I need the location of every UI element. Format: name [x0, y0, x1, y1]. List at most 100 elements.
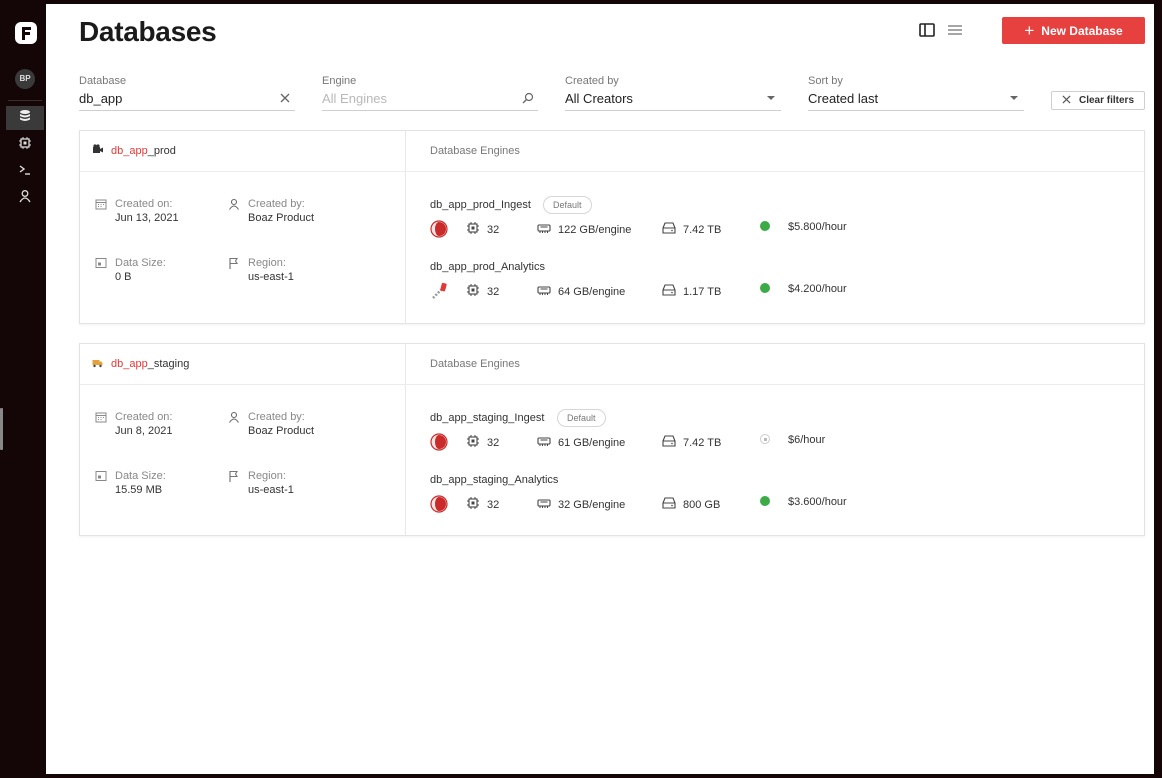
data-size-label: Data Size: [115, 257, 166, 269]
storage-icon [662, 283, 676, 300]
memory-value: 61 GB/engine [558, 436, 626, 449]
memory: 122 GB/engine [537, 221, 631, 238]
chevron-down-icon[interactable] [765, 92, 777, 104]
default-badge: Default [543, 196, 592, 214]
status [760, 496, 770, 506]
status-stopped-icon [760, 434, 770, 444]
engine-filter-label: Engine [322, 75, 357, 87]
calendar-icon [95, 198, 107, 210]
memory-icon [537, 434, 551, 451]
price-value: $5.800/hour [788, 221, 847, 233]
data-size-icon [95, 470, 107, 482]
database-card[interactable]: db_app_prod Database Engines Created on:… [79, 130, 1145, 324]
cores: 32 [466, 496, 499, 513]
status-running-icon [760, 221, 770, 231]
region-label: Region: [248, 257, 286, 269]
sidebar-item-databases[interactable] [6, 106, 44, 130]
created-by-value: Boaz Product [248, 425, 315, 437]
created-by-label: Created by: [248, 198, 305, 210]
memory-value: 122 GB/engine [558, 223, 632, 236]
price-value: $6/hour [788, 434, 826, 446]
avatar[interactable]: BP [15, 69, 35, 89]
chip-icon [466, 221, 480, 238]
engine-name[interactable]: db_app_staging_Ingest [430, 412, 544, 424]
calendar-icon [95, 411, 107, 423]
storage-value: 1.17 TB [683, 285, 722, 298]
created-by-value: Boaz Product [248, 212, 315, 224]
sort-by-filter[interactable]: Sort by Created last [808, 74, 1024, 111]
database-name[interactable]: db_app_prod [92, 144, 176, 158]
cores-value: 32 [487, 498, 500, 511]
created-on-value: Jun 8, 2021 [115, 425, 173, 437]
database-name[interactable]: db_app_staging [92, 357, 189, 371]
card-view-toggle[interactable] [918, 22, 936, 42]
sidebar-resize-handle[interactable] [0, 408, 3, 450]
storage-icon [662, 221, 676, 238]
data-size-icon [95, 257, 107, 269]
database-info-panel [80, 344, 406, 535]
database-name-match: db_app [111, 358, 148, 370]
database-filter[interactable]: Database db_app [79, 74, 295, 111]
database-filter-label: Database [79, 75, 127, 87]
engine-row[interactable]: db_app_staging_Ingest Default 32 61 GB/e… [430, 409, 1130, 458]
memory: 32 GB/engine [537, 496, 625, 513]
database-type-icon [92, 357, 103, 371]
sidebar-divider [8, 100, 42, 101]
database-card[interactable]: db_app_staging Database Engines Created … [79, 343, 1145, 536]
flag-icon [228, 257, 240, 269]
engine-filter[interactable]: Engine All Engines [322, 74, 538, 111]
created-by-select[interactable]: All Creators [565, 91, 633, 106]
engine-row[interactable]: db_app_prod_Ingest Default 32 122 GB/eng… [430, 196, 1130, 245]
close-icon [1062, 94, 1071, 107]
created-by-filter[interactable]: Created by All Creators [565, 74, 781, 111]
created-by-filter-label: Created by [565, 75, 619, 87]
sidebar-item-engines[interactable] [6, 133, 44, 157]
page-title: Databases [79, 16, 217, 47]
user-icon [228, 411, 240, 423]
firebolt-logo[interactable] [14, 21, 38, 45]
chevron-down-icon[interactable] [1008, 92, 1020, 104]
memory-icon [537, 496, 551, 513]
engine-filter-input[interactable]: All Engines [322, 91, 387, 106]
default-badge: Default [557, 409, 606, 427]
status-running-icon [760, 496, 770, 506]
region-label: Region: [248, 470, 286, 482]
list-view-icon [947, 23, 963, 42]
chip-icon [466, 283, 480, 300]
memory-value: 64 GB/engine [558, 285, 626, 298]
sidebar-item-sql[interactable] [6, 160, 44, 184]
sort-by-filter-label: Sort by [808, 75, 843, 87]
list-view-toggle[interactable] [946, 23, 964, 41]
status [760, 283, 770, 293]
engine-name[interactable]: db_app_prod_Analytics [430, 261, 545, 273]
clear-filters-label: Clear filters [1078, 95, 1135, 106]
card-view-icon [919, 22, 935, 42]
database-name-match: db_app [111, 145, 148, 157]
sidebar-item-users[interactable] [6, 186, 44, 210]
new-database-label: New Database [1041, 23, 1123, 38]
card-header-divider [80, 384, 1144, 385]
database-name-rest: _staging [147, 358, 190, 370]
new-database-button[interactable]: + New Database [1002, 17, 1145, 44]
cores-value: 32 [487, 223, 500, 236]
engine-name[interactable]: db_app_staging_Analytics [430, 474, 558, 486]
database-info-panel [80, 131, 406, 323]
clear-filters-button[interactable]: Clear filters [1051, 91, 1145, 110]
cores: 32 [466, 434, 499, 451]
memory: 61 GB/engine [537, 434, 625, 451]
engine-row[interactable]: db_app_prod_Analytics 32 64 GB/engine 1.… [430, 261, 1130, 307]
chip-icon [18, 136, 32, 155]
cores-value: 32 [487, 285, 500, 298]
status [760, 221, 770, 231]
storage: 7.42 TB [662, 434, 721, 451]
created-by-label: Created by: [248, 411, 305, 423]
storage: 1.17 TB [662, 283, 721, 300]
engine-name[interactable]: db_app_prod_Ingest [430, 199, 531, 211]
database-filter-input[interactable]: db_app [79, 91, 122, 106]
memory-value: 32 GB/engine [558, 498, 626, 511]
sort-by-select[interactable]: Created last [808, 91, 878, 106]
engine-row[interactable]: db_app_staging_Analytics 32 32 GB/engine… [430, 474, 1130, 520]
clear-icon[interactable] [279, 92, 291, 104]
data-size-label: Data Size: [115, 470, 166, 482]
ingest-engine-icon [430, 495, 450, 513]
